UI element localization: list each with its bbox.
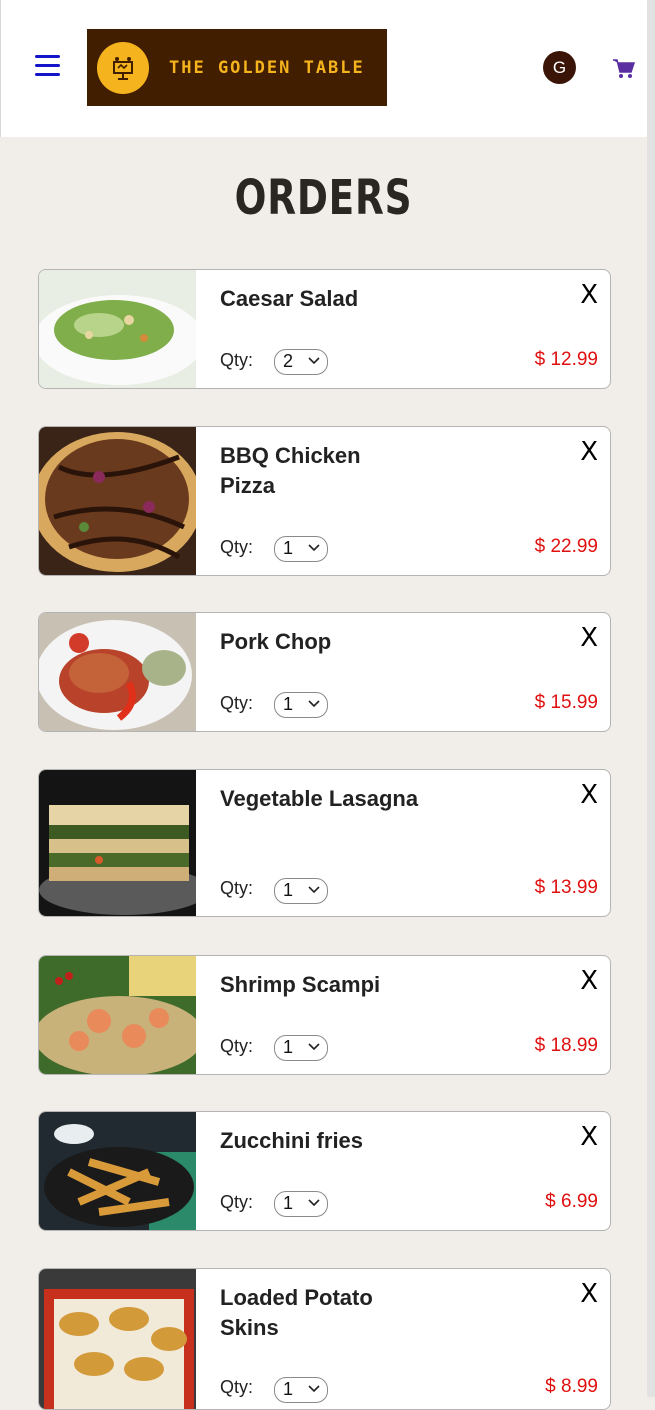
chevron-down-icon bbox=[308, 1385, 320, 1393]
top-bar: THE GOLDEN TABLE G bbox=[0, 0, 648, 137]
shopping-cart-icon[interactable] bbox=[612, 58, 636, 80]
item-price: $ 13.99 bbox=[534, 877, 598, 898]
page-title: ORDERS bbox=[234, 170, 413, 226]
order-card: Pork Chop X Qty: 1 $ 15.99 bbox=[38, 612, 611, 732]
remove-item-close-icon[interactable]: X bbox=[580, 966, 598, 996]
qty-label: Qty: bbox=[220, 350, 254, 370]
brand-name: THE GOLDEN TABLE bbox=[169, 57, 365, 78]
hamburger-menu-icon[interactable] bbox=[35, 55, 60, 77]
page-scrollbar[interactable] bbox=[647, 0, 655, 1397]
chevron-down-icon bbox=[308, 1043, 320, 1051]
remove-item-close-icon[interactable]: X bbox=[580, 280, 598, 310]
item-name: Zucchini fries bbox=[220, 1128, 364, 1153]
qty-label: Qty: bbox=[220, 693, 254, 713]
order-card: Zucchini fries X Qty: 1 $ 6.99 bbox=[38, 1111, 611, 1231]
item-name: Shrimp Scampi bbox=[220, 972, 381, 997]
bbq-pizza-photo bbox=[39, 427, 196, 575]
chevron-down-icon bbox=[308, 1199, 320, 1207]
order-card: Shrimp Scampi X Qty: 1 $ 18.99 bbox=[38, 955, 611, 1075]
item-name: Pork Chop bbox=[220, 629, 332, 654]
quantity-select[interactable]: 1 bbox=[274, 692, 328, 718]
remove-item-close-icon[interactable]: X bbox=[580, 1279, 598, 1309]
item-name: Loaded Potato Skins bbox=[220, 1285, 373, 1340]
order-card: Vegetable Lasagna X Qty: 1 $ 13.99 bbox=[38, 769, 611, 917]
potato-skins-photo bbox=[39, 1269, 196, 1409]
order-card: Caesar Salad X Qty: 2 $ 12.99 bbox=[38, 269, 611, 389]
caesar-salad-photo bbox=[39, 270, 196, 388]
quantity-value: 2 bbox=[283, 351, 294, 371]
quantity-value: 1 bbox=[283, 1193, 294, 1213]
quantity-value: 1 bbox=[283, 538, 294, 558]
item-name: Caesar Salad bbox=[220, 286, 359, 311]
brand-logo[interactable]: THE GOLDEN TABLE bbox=[87, 29, 387, 106]
quantity-select[interactable]: 1 bbox=[274, 536, 328, 562]
order-card: Loaded Potato Skins X Qty: 1 $ 8.99 bbox=[38, 1268, 611, 1410]
item-price: $ 6.99 bbox=[545, 1191, 598, 1212]
qty-label: Qty: bbox=[220, 537, 254, 557]
remove-item-close-icon[interactable]: X bbox=[580, 1122, 598, 1152]
order-card: BBQ Chicken Pizza X Qty: 1 $ 22.99 bbox=[38, 426, 611, 576]
item-name: BBQ Chicken Pizza bbox=[220, 443, 361, 498]
shrimp-scampi-photo bbox=[39, 956, 196, 1074]
remove-item-close-icon[interactable]: X bbox=[580, 437, 598, 467]
item-price: $ 12.99 bbox=[534, 349, 598, 370]
quantity-value: 1 bbox=[283, 694, 294, 714]
chevron-down-icon bbox=[308, 886, 320, 894]
lasagna-photo bbox=[39, 770, 196, 916]
quantity-value: 1 bbox=[283, 1037, 294, 1057]
qty-label: Qty: bbox=[220, 1192, 254, 1212]
item-price: $ 8.99 bbox=[545, 1376, 598, 1397]
quantity-value: 1 bbox=[283, 880, 294, 900]
quantity-select[interactable]: 2 bbox=[274, 349, 328, 375]
remove-item-close-icon[interactable]: X bbox=[580, 780, 598, 810]
qty-label: Qty: bbox=[220, 1036, 254, 1056]
table-icon bbox=[97, 41, 149, 94]
chevron-down-icon bbox=[308, 357, 320, 365]
item-name: Vegetable Lasagna bbox=[220, 786, 419, 811]
quantity-select[interactable]: 1 bbox=[274, 1035, 328, 1061]
zucchini-fries-photo bbox=[39, 1112, 196, 1230]
chevron-down-icon bbox=[308, 700, 320, 708]
remove-item-close-icon[interactable]: X bbox=[580, 623, 598, 653]
chevron-down-icon bbox=[308, 544, 320, 552]
pork-chop-photo bbox=[39, 613, 196, 731]
quantity-select[interactable]: 1 bbox=[274, 1191, 328, 1217]
qty-label: Qty: bbox=[220, 1377, 254, 1397]
quantity-select[interactable]: 1 bbox=[274, 878, 328, 904]
avatar[interactable]: G bbox=[543, 51, 576, 84]
quantity-select[interactable]: 1 bbox=[274, 1377, 328, 1403]
item-price: $ 15.99 bbox=[534, 692, 598, 713]
item-price: $ 22.99 bbox=[534, 536, 598, 557]
item-price: $ 18.99 bbox=[534, 1035, 598, 1056]
qty-label: Qty: bbox=[220, 878, 254, 898]
